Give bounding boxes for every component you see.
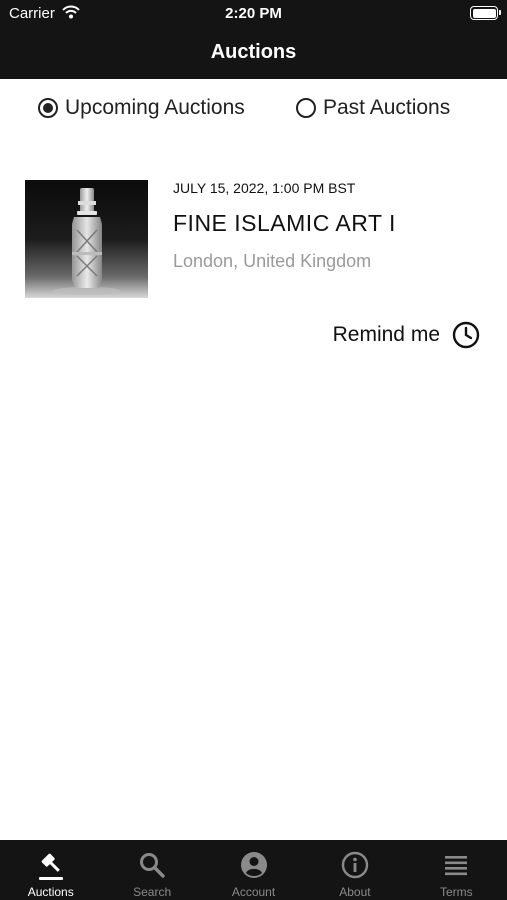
upcoming-auctions-option[interactable]: Upcoming Auctions <box>38 96 245 120</box>
tab-search[interactable]: Search <box>101 840 202 900</box>
battery-icon <box>470 6 501 20</box>
tab-label-about: About <box>339 885 371 899</box>
remind-me-label: Remind me <box>332 323 440 346</box>
info-icon <box>341 851 369 879</box>
tab-terms[interactable]: Terms <box>406 840 507 900</box>
tab-label-auctions: Auctions <box>27 885 74 899</box>
tab-auctions[interactable]: Auctions <box>0 840 101 900</box>
remind-me-button[interactable]: Remind me <box>333 321 480 349</box>
auction-thumbnail[interactable] <box>25 180 148 298</box>
tab-label-search: Search <box>133 885 172 899</box>
past-auctions-option[interactable]: Past Auctions <box>296 96 450 120</box>
clock-icon <box>452 321 480 349</box>
status-time: 2:20 PM <box>225 5 282 22</box>
tab-about[interactable]: About <box>304 840 405 900</box>
gavel-icon <box>38 853 63 880</box>
tab-label-account: Account <box>231 885 276 899</box>
past-auctions-label: Past Auctions <box>323 96 451 119</box>
tab-bar: Auctions Search Account About Terms <box>0 840 507 900</box>
tab-label-terms: Terms <box>439 885 473 899</box>
radio-unselected-icon <box>296 98 316 118</box>
upcoming-auctions-label: Upcoming Auctions <box>65 96 245 119</box>
top-bar: Carrier 2:20 PM Auctions <box>0 0 507 79</box>
search-icon <box>140 853 165 878</box>
auction-title[interactable]: FINE ISLAMIC ART I <box>173 210 396 237</box>
account-icon <box>240 852 267 878</box>
list-icon <box>445 856 468 876</box>
auction-filter: Upcoming Auctions Past Auctions <box>0 96 507 126</box>
auction-date: JULY 15, 2022, 1:00 PM BST <box>173 180 356 196</box>
page-title: Auctions <box>210 41 297 63</box>
auction-location: London, United Kingdom <box>173 251 372 271</box>
auction-list-item[interactable]: JULY 15, 2022, 1:00 PM BST FINE ISLAMIC … <box>25 180 485 350</box>
status-bar: Carrier 2:20 PM <box>0 0 507 28</box>
radio-selected-icon <box>38 98 58 118</box>
tab-account[interactable]: Account <box>203 840 304 900</box>
